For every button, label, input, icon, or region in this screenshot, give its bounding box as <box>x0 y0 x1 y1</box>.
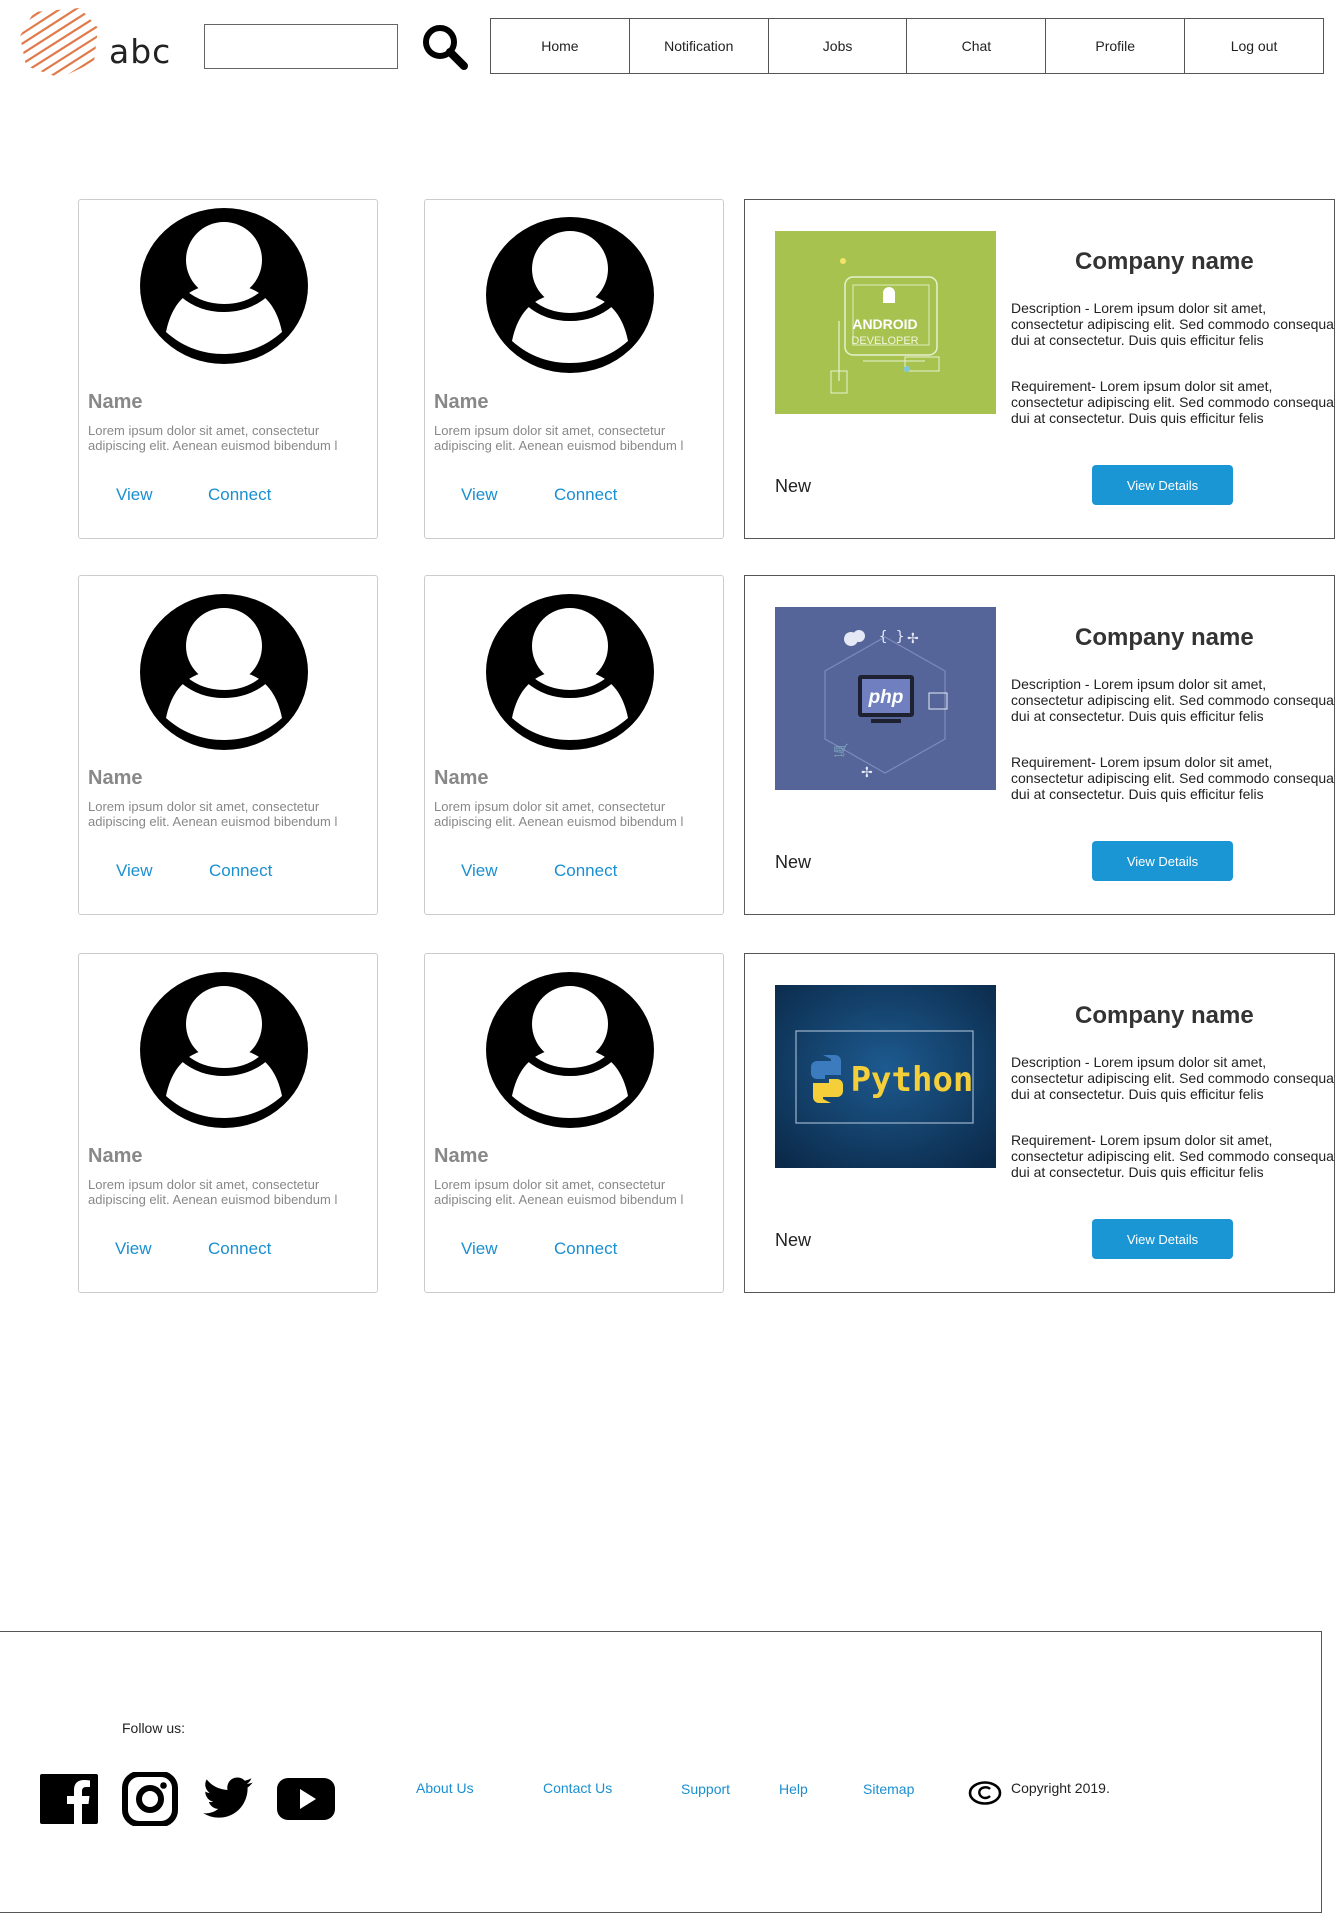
twitter-icon[interactable] <box>199 1772 257 1826</box>
job-card: Python Company name Description - Lorem … <box>744 953 1335 1293</box>
nav-profile[interactable]: Profile <box>1046 19 1186 73</box>
person-name: Name <box>88 391 143 413</box>
contact-us-link[interactable]: Contact Us <box>543 1780 612 1796</box>
person-card: Name Lorem ipsum dolor sit amet, consect… <box>424 953 724 1293</box>
job-description: Description - Lorem ipsum dolor sit amet… <box>1011 300 1335 348</box>
nav-chat[interactable]: Chat <box>907 19 1047 73</box>
person-card: Name Lorem ipsum dolor sit amet, consect… <box>78 953 378 1293</box>
image-label-developer: DEVELOPER <box>851 335 918 347</box>
job-status: New <box>775 1230 812 1250</box>
job-status: New <box>775 476 812 496</box>
view-link[interactable]: View <box>116 861 153 881</box>
nav-jobs[interactable]: Jobs <box>769 19 908 73</box>
main-nav: Home Notification Jobs Chat Profile Log … <box>490 18 1324 74</box>
view-details-button[interactable]: View Details <box>1092 465 1233 505</box>
php-image: php { } ✢ 🛒 ✢ <box>775 607 996 790</box>
youtube-icon[interactable] <box>277 1772 335 1826</box>
person-description: Lorem ipsum dolor sit amet, consectetur … <box>434 799 684 829</box>
person-name: Name <box>434 1145 489 1167</box>
nav-notification[interactable]: Notification <box>630 19 769 73</box>
connect-link[interactable]: Connect <box>554 1239 617 1259</box>
job-description: Description - Lorem ipsum dolor sit amet… <box>1011 1054 1335 1102</box>
person-description: Lorem ipsum dolor sit amet, consectetur … <box>434 1177 684 1207</box>
person-name: Name <box>88 1145 143 1167</box>
python-image: Python <box>775 985 996 1168</box>
company-name: Company name <box>1075 1002 1254 1029</box>
person-card: Name Lorem ipsum dolor sit amet, consect… <box>424 199 724 539</box>
avatar-icon <box>140 972 308 1128</box>
job-card: ANDROID DEVELOPER Company name Descripti… <box>744 199 1335 539</box>
logo-text: abc <box>109 32 172 71</box>
help-link[interactable]: Help <box>779 1781 808 1797</box>
connect-link[interactable]: Connect <box>209 861 272 881</box>
person-card: Name Lorem ipsum dolor sit amet, consect… <box>424 575 724 915</box>
follow-us-label: Follow us: <box>122 1720 186 1736</box>
view-link[interactable]: View <box>461 861 498 881</box>
svg-text:🛒: 🛒 <box>833 743 849 759</box>
facebook-icon[interactable] <box>40 1772 98 1826</box>
job-requirement: Requirement- Lorem ipsum dolor sit amet,… <box>1011 754 1335 802</box>
image-label-android: ANDROID <box>852 316 917 332</box>
person-description: Lorem ipsum dolor sit amet, consectetur … <box>88 423 338 453</box>
view-link[interactable]: View <box>116 485 153 505</box>
avatar-icon <box>140 594 308 750</box>
image-label-php: php <box>868 687 904 708</box>
copyright-icon <box>968 1781 1002 1805</box>
view-link[interactable]: View <box>461 1239 498 1259</box>
android-developer-image: ANDROID DEVELOPER <box>775 231 996 414</box>
search-input[interactable] <box>204 24 398 69</box>
view-details-button[interactable]: View Details <box>1092 1219 1233 1259</box>
nav-home[interactable]: Home <box>491 19 630 73</box>
connect-link[interactable]: Connect <box>554 861 617 881</box>
person-description: Lorem ipsum dolor sit amet, consectetur … <box>88 799 338 829</box>
image-label-python: Python <box>851 1060 974 1100</box>
about-us-link[interactable]: About Us <box>416 1780 474 1796</box>
person-name: Name <box>434 767 489 789</box>
job-description: Description - Lorem ipsum dolor sit amet… <box>1011 676 1335 724</box>
search-icon[interactable] <box>420 22 470 72</box>
person-name: Name <box>434 391 489 413</box>
avatar-icon <box>486 217 654 373</box>
job-card: php { } ✢ 🛒 ✢ Company name Description -… <box>744 575 1335 915</box>
view-details-button[interactable]: View Details <box>1092 841 1233 881</box>
avatar-icon <box>140 208 308 364</box>
job-requirement: Requirement- Lorem ipsum dolor sit amet,… <box>1011 1132 1335 1180</box>
copyright-text: Copyright 2019. <box>1011 1780 1110 1796</box>
nav-logout[interactable]: Log out <box>1185 19 1323 73</box>
svg-text:✢: ✢ <box>907 631 919 647</box>
person-card: Name Lorem ipsum dolor sit amet, consect… <box>78 575 378 915</box>
job-requirement: Requirement- Lorem ipsum dolor sit amet,… <box>1011 378 1335 426</box>
sitemap-link[interactable]: Sitemap <box>863 1781 914 1797</box>
connect-link[interactable]: Connect <box>554 485 617 505</box>
avatar-icon <box>486 972 654 1128</box>
avatar-icon <box>486 594 654 750</box>
logo[interactable]: abc <box>20 8 170 82</box>
support-link[interactable]: Support <box>681 1781 730 1797</box>
svg-text:{ }: { } <box>879 629 904 645</box>
view-link[interactable]: View <box>461 485 498 505</box>
logo-mark-icon <box>20 8 98 78</box>
person-description: Lorem ipsum dolor sit amet, consectetur … <box>434 423 684 453</box>
person-name: Name <box>88 767 143 789</box>
company-name: Company name <box>1075 248 1254 275</box>
person-card: Name Lorem ipsum dolor sit amet, consect… <box>78 199 378 539</box>
company-name: Company name <box>1075 624 1254 651</box>
svg-text:✢: ✢ <box>861 765 873 781</box>
instagram-icon[interactable] <box>121 1771 179 1827</box>
connect-link[interactable]: Connect <box>208 485 271 505</box>
job-status: New <box>775 852 812 872</box>
connect-link[interactable]: Connect <box>208 1239 271 1259</box>
view-link[interactable]: View <box>115 1239 152 1259</box>
person-description: Lorem ipsum dolor sit amet, consectetur … <box>88 1177 338 1207</box>
footer: Follow us: About Us Contact Us Support H… <box>0 1631 1322 1913</box>
